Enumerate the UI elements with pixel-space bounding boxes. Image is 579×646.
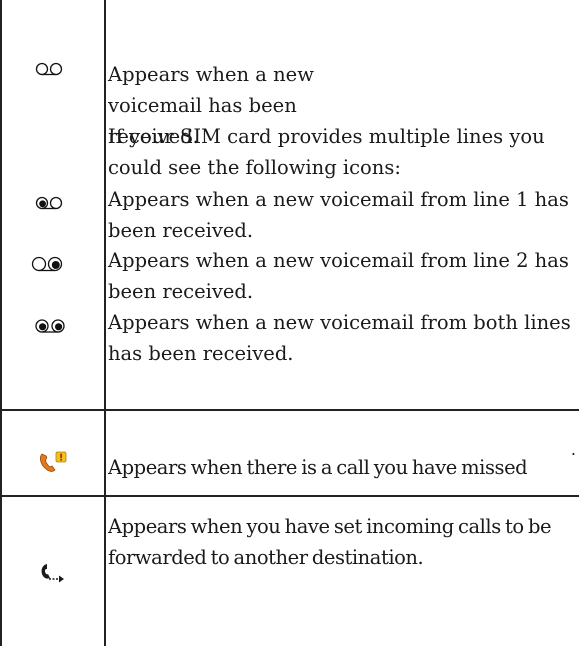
both-lines-voicemail-text: Appears when a new voicemail from both l…	[108, 311, 571, 365]
both-lines-voicemail-description: Appears when a new voicemail from both l…	[108, 307, 578, 369]
table-row-divider	[0, 409, 579, 411]
voicemail-icon	[35, 62, 63, 76]
missed-call-description: Appears when there is a call you have mi…	[108, 452, 578, 483]
table-border-left	[0, 0, 2, 646]
table-column-divider	[104, 0, 106, 646]
line1-voicemail-description: Appears when a new voicemail from line 1…	[108, 184, 578, 246]
multiline-note-text: If your SIM card provides multiple lines…	[108, 125, 545, 179]
call-forward-description: Appears when you have set incoming calls…	[108, 511, 578, 573]
voicemail-both-lines-icon	[35, 319, 65, 333]
missed-call-text: Appears when there is a call you have mi…	[108, 456, 528, 479]
line2-voicemail-text: Appears when a new voicemail from line 2…	[108, 249, 569, 303]
line2-voicemail-description: Appears when a new voicemail from line 2…	[108, 245, 578, 307]
missed-call-icon	[39, 451, 67, 472]
voicemail-line2-icon	[31, 256, 63, 272]
voicemail-line1-icon	[35, 196, 63, 210]
line1-voicemail-text: Appears when a new voicemail from line 1…	[108, 188, 569, 242]
call-forward-icon	[41, 564, 64, 583]
call-forward-text: Appears when you have set incoming calls…	[108, 515, 552, 569]
multiline-note: If your SIM card provides multiple lines…	[108, 121, 578, 183]
table-row-divider	[0, 495, 579, 497]
